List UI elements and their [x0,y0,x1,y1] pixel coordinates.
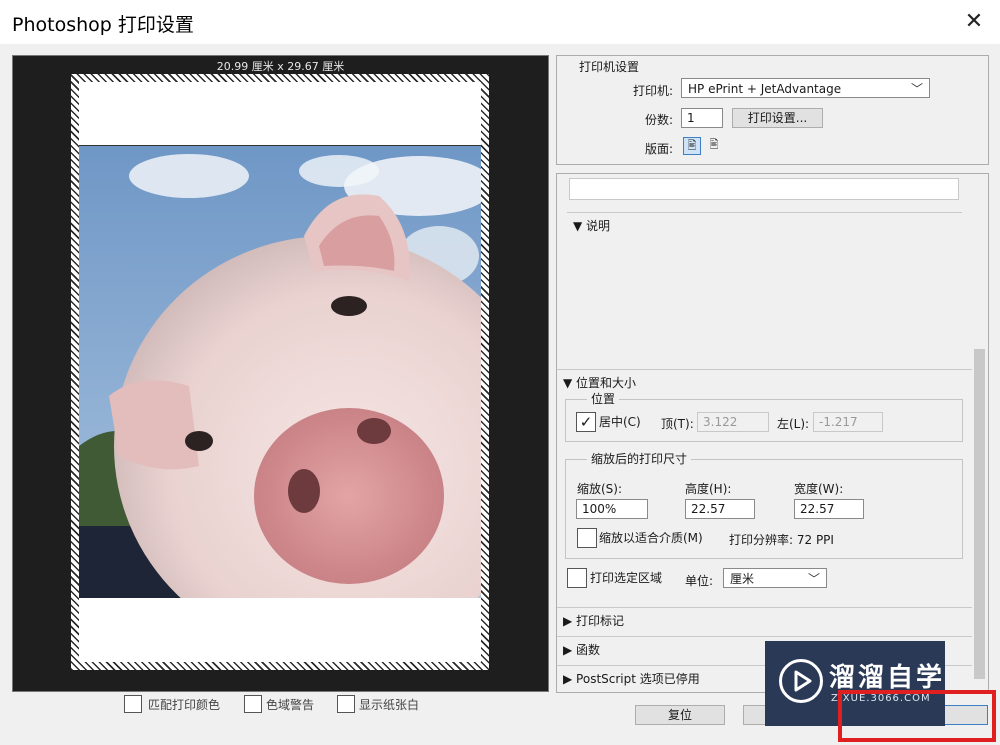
functions-header[interactable]: ▶ 函数 [563,641,600,658]
position-legend: 位置 [587,390,620,407]
description-header[interactable]: ▼ 说明 [573,217,610,234]
watermark-title: 溜溜自学 [829,663,946,693]
printer-select[interactable]: HP ePrint + JetAdvantage ﹀ [681,78,930,98]
chevron-down-icon: ﹀ [807,572,820,586]
layout-label: 版面: [645,142,674,156]
panel-scrollbar[interactable] [972,174,987,692]
printable-area [79,82,481,662]
printer-settings-title: 打印机设置 [579,60,640,74]
match-colors-label: 匹配打印颜色 [148,698,221,712]
width-input[interactable]: 22.57 [794,499,864,519]
chevron-down-icon: ﹀ [910,82,923,96]
print-settings-button[interactable]: 打印设置... [732,108,823,128]
pig-photo [79,146,481,598]
unit-label: 单位: [685,574,714,588]
play-triangle-icon [794,670,812,692]
top-input[interactable]: 3.122 [697,412,769,432]
close-icon[interactable]: ✕ [962,10,986,34]
print-preview: 20.99 厘米 x 29.67 厘米 [12,55,549,692]
unit-value: 厘米 [730,572,755,586]
fit-media-label: 缩放以适合介质(M) [599,531,703,545]
paper-white-checkbox[interactable] [337,695,355,713]
printer-label: 打印机: [633,84,674,98]
center-checkbox[interactable]: ✓ [576,412,596,432]
left-input[interactable]: -1.217 [813,412,883,432]
copies-input[interactable]: 1 [681,108,723,128]
settings-scroll-panel: ▼ 说明 ▼ 位置和大小 位置 ✓ 居中(C) 顶(T): 3.122 左(L)… [556,173,989,693]
print-selection-label: 打印选定区域 [590,571,663,585]
color-management-field [569,178,959,200]
print-resolution: 打印分辨率: 72 PPI [729,533,834,547]
landscape-layout-icon[interactable]: 🖹 [705,137,723,155]
print-marks-header[interactable]: ▶ 打印标记 [563,612,624,629]
highlight-box [838,690,996,742]
copies-label: 份数: [645,113,674,127]
fit-media-checkbox[interactable] [577,528,597,548]
paper-white-label: 显示纸张白 [359,698,420,712]
scale-input[interactable]: 100% [576,499,648,519]
height-input[interactable]: 22.57 [685,499,755,519]
gamut-warning-label: 色域警告 [266,698,315,712]
print-selection-checkbox[interactable] [567,568,587,588]
paper-sheet [71,74,489,670]
unit-select[interactable]: 厘米 ﹀ [723,568,827,588]
title-bar: Photoshop 打印设置 ✕ [0,0,1000,44]
divider [557,369,972,370]
scrollbar-thumb[interactable] [974,349,985,679]
printer-value: HP ePrint + JetAdvantage [688,82,842,96]
scaled-size-legend: 缩放后的打印尺寸 [587,450,692,467]
preview-image[interactable] [79,145,481,598]
postscript-header[interactable]: ▶ PostScript 选项已停用 [563,670,700,687]
divider [557,607,972,608]
divider [557,636,972,637]
printer-settings-panel: 打印机设置 打印机: HP ePrint + JetAdvantage ﹀ 份数… [556,55,989,165]
center-label: 居中(C) [599,415,641,429]
left-label: 左(L): [777,417,810,431]
match-colors-checkbox[interactable] [124,695,142,713]
height-label: 高度(H): [685,482,732,496]
gamut-warning-checkbox[interactable] [244,695,262,713]
window-title: Photoshop 打印设置 [12,14,194,36]
width-label: 宽度(W): [794,482,844,496]
portrait-layout-icon[interactable]: 🖹 [683,137,701,155]
divider [567,212,962,213]
reset-button[interactable]: 复位 [635,705,725,725]
scale-label: 缩放(S): [577,482,623,496]
play-logo-icon [779,659,823,703]
top-label: 顶(T): [661,417,694,431]
position-size-header[interactable]: ▼ 位置和大小 [563,374,636,391]
paper-dimensions: 20.99 厘米 x 29.67 厘米 [216,60,345,73]
